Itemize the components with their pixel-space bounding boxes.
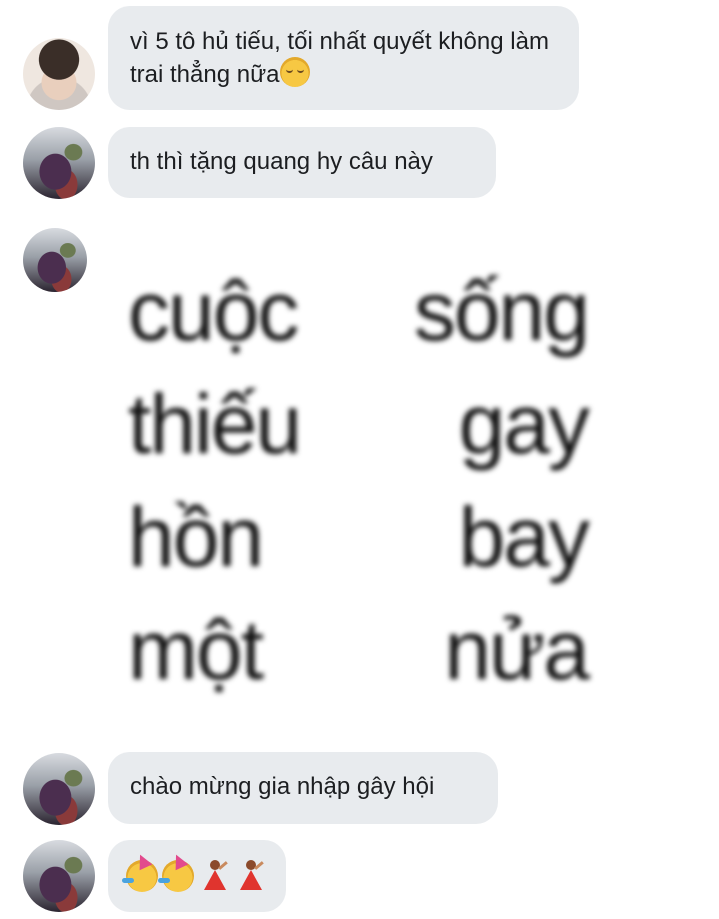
message-bubble[interactable]: chào mừng gia nhập gây hội [108,752,498,824]
woman-dancing-icon [198,860,230,892]
image-word: một [128,603,264,697]
image-word: thiếu [128,377,302,471]
partying-face-icon [122,851,158,892]
image-line: một nửa [128,594,590,707]
pensive-face-icon [279,57,310,87]
emoji-row [122,851,268,892]
avatar[interactable] [23,38,95,110]
image-word: nửa [444,603,590,697]
image-line: cuộc sống [128,255,590,368]
message-bubble[interactable]: vì 5 tô hủ tiếu, tối nhất quyết không là… [108,6,579,110]
avatar[interactable] [23,228,87,292]
image-word: cuộc [128,264,299,358]
shared-image[interactable]: cuộc sống thiếu gay hồn bay một nửa [128,255,590,707]
avatar[interactable] [23,840,95,912]
message-text: th thì tặng quang hy câu này [130,148,433,175]
image-word: sống [413,264,590,358]
message-bubble[interactable] [108,840,286,912]
woman-dancing-icon [234,860,266,892]
image-word: hồn [128,490,264,584]
message-text: chào mừng gia nhập gây hội [130,773,435,800]
message-bubble[interactable]: th thì tặng quang hy câu này [108,127,496,198]
image-line: hồn bay [128,481,590,594]
avatar[interactable] [23,127,95,199]
image-line: thiếu gay [128,368,590,481]
message-text: vì 5 tô hủ tiếu, tối nhất quyết không là… [130,28,549,88]
image-word: bay [458,490,590,584]
image-word: gay [458,377,590,471]
partying-face-icon [158,851,194,892]
avatar[interactable] [23,753,95,825]
